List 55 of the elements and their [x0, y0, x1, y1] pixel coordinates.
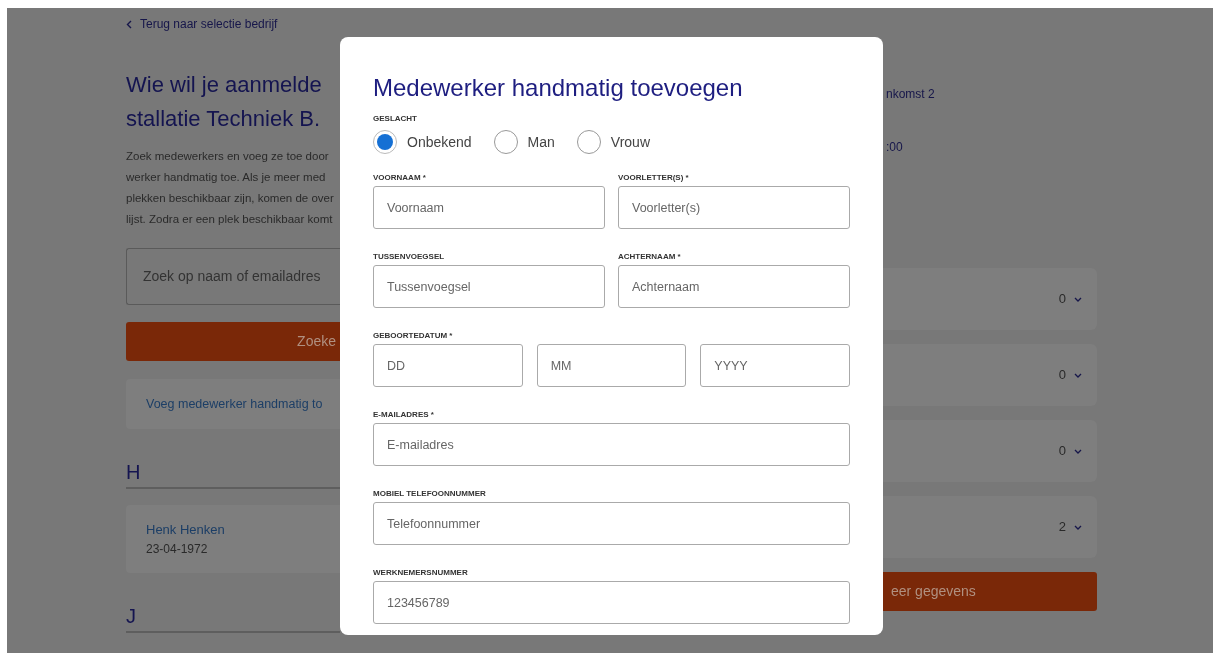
group-letter: H	[126, 460, 142, 485]
text-input[interactable]: YYYY	[700, 344, 850, 387]
chevron-down-icon	[1074, 372, 1082, 378]
row-count: 2	[1058, 518, 1066, 537]
text-input[interactable]: Tussenvoegsel	[373, 265, 605, 308]
employee-name: Henk Henken	[146, 521, 226, 540]
field-label: ACHTERNAAM *	[618, 252, 682, 262]
search-field[interactable]: Zoek op naam of emailadres	[126, 248, 340, 305]
back-link[interactable]: Terug naar selectie bedrijf	[126, 15, 340, 33]
row-count: 0	[1058, 442, 1066, 461]
accordion-row[interactable]: 0	[883, 344, 1097, 406]
employee-birth-date: 23-04-1972	[146, 540, 209, 558]
gender-radio[interactable]: Onbekend	[373, 130, 472, 154]
summary-text: nkomst 2	[885, 86, 936, 103]
submit-button[interactable]: eer gegevens	[883, 572, 1097, 611]
field-label: TUSSENVOEGSEL	[373, 252, 446, 262]
accordion-row[interactable]: 0	[883, 268, 1097, 330]
search-button[interactable]: Zoeke	[126, 322, 340, 361]
intro-text: lijst. Zodra er een plek beschikbaar komt	[126, 212, 334, 227]
text-input[interactable]: 123456789	[373, 581, 850, 624]
add-manual-link[interactable]: Voeg medewerker handmatig to	[146, 394, 323, 414]
search-input[interactable]: Zoek op naam of emailadres	[143, 266, 340, 287]
page-heading: stallatie Techniek B.	[126, 105, 322, 133]
group-letter: J	[126, 604, 137, 629]
intro-text: Zoek medewerkers en voeg ze toe door	[126, 149, 330, 164]
gender-radio[interactable]: Vrouw	[576, 130, 650, 154]
field-label: WERKNEMERSNUMMER	[373, 568, 469, 578]
field-label: VOORNAAM *	[373, 173, 427, 183]
intro-text: werker handmatig toe. Als je meer med	[126, 170, 327, 185]
employee-card[interactable]: Henk Henken 23-04-1972	[126, 505, 340, 573]
text-input[interactable]: Voornaam	[373, 186, 605, 229]
field-label: GESLACHT	[373, 113, 418, 125]
field-label: VOORLETTER(S) *	[618, 173, 690, 183]
text-input[interactable]: Achternaam	[618, 265, 850, 308]
field-label: GEBOORTEDATUM *	[373, 331, 454, 341]
text-input[interactable]: DD	[373, 344, 523, 387]
accordion-row[interactable]: 0	[883, 420, 1097, 482]
intro-text: plekken beschikbaar zijn, komen de over	[126, 191, 335, 206]
text-input[interactable]: Voorletter(s)	[618, 186, 850, 229]
chevron-left-icon	[126, 19, 132, 29]
chevron-down-icon	[1074, 296, 1082, 302]
text-input[interactable]: E-mailadres	[373, 423, 850, 466]
gender-radio[interactable]: Man	[493, 130, 555, 154]
text-input[interactable]: MM	[536, 344, 687, 387]
modal-title: Medewerker handmatig toevoegen	[373, 73, 744, 103]
text-input[interactable]: Telefoonnummer	[373, 502, 850, 545]
field-label: MOBIEL TELEFOONNUMMER	[373, 489, 487, 499]
field-label: E-MAILADRES *	[373, 410, 435, 420]
summary-text: :00	[885, 139, 904, 156]
page-heading: Wie wil je aanmelde	[126, 71, 323, 99]
row-count: 0	[1058, 366, 1066, 385]
accordion-row[interactable]: 2	[883, 496, 1097, 558]
chevron-down-icon	[1074, 524, 1082, 530]
chevron-down-icon	[1074, 448, 1082, 454]
row-count: 0	[1058, 290, 1066, 309]
